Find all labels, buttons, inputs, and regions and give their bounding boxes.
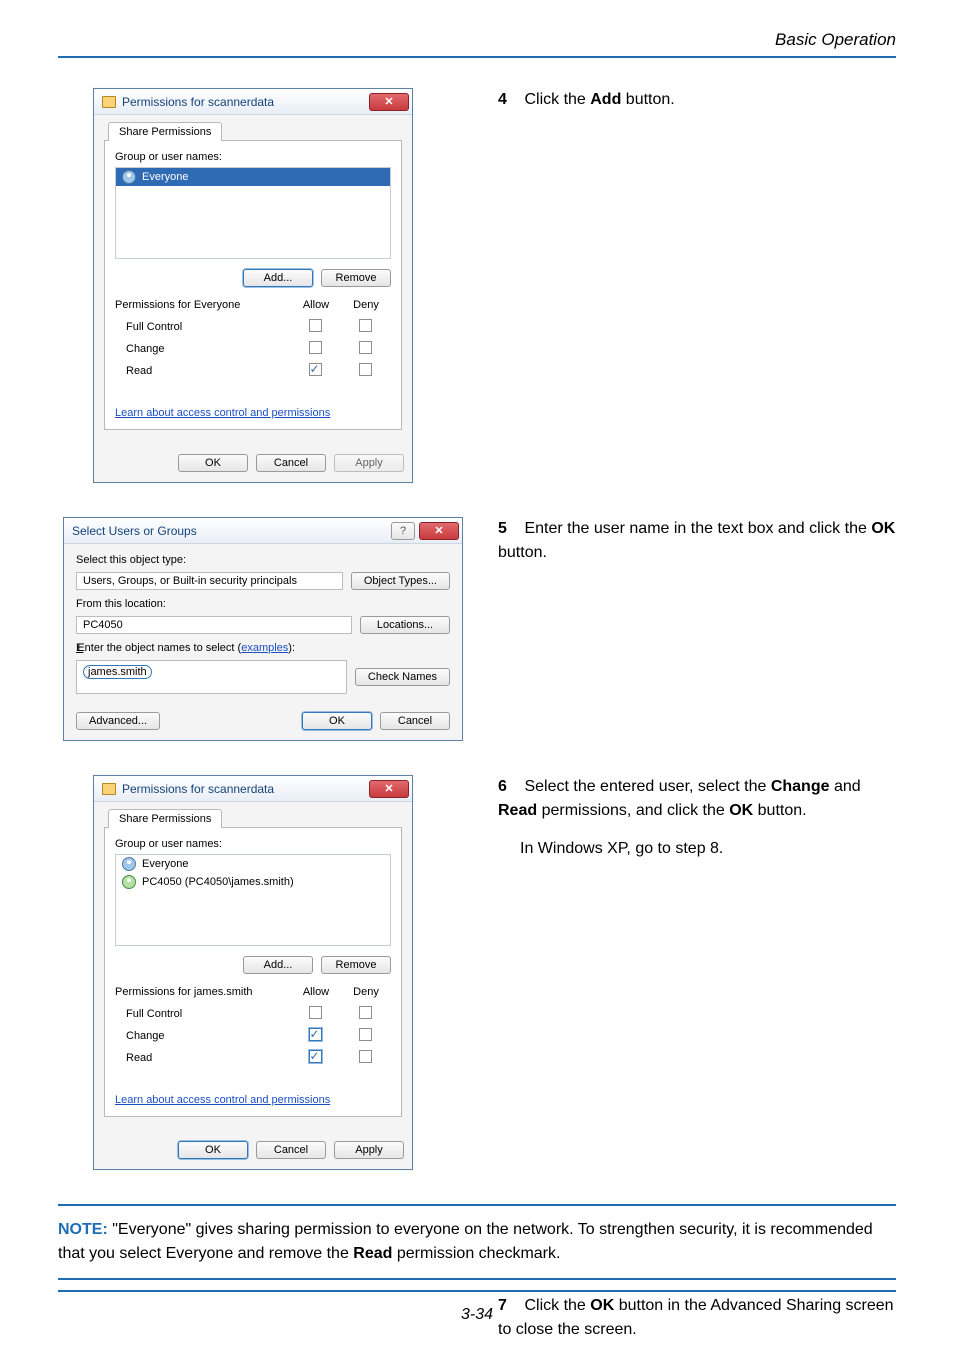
deny-checkbox[interactable] xyxy=(359,1028,372,1041)
enter-names-label: EEnter the object names to select (examp… xyxy=(76,642,450,654)
deny-col: Deny xyxy=(341,986,391,998)
ok-button[interactable]: OK xyxy=(178,454,248,472)
tab-share-permissions[interactable]: Share Permissions xyxy=(108,809,222,828)
group-icon xyxy=(122,170,136,184)
allow-checkbox[interactable] xyxy=(309,1028,322,1041)
list-item[interactable]: Everyone xyxy=(116,855,390,873)
folder-icon xyxy=(102,783,116,795)
page-number: 3-34 xyxy=(58,1292,896,1334)
ok-button[interactable]: OK xyxy=(302,712,372,730)
ok-button[interactable]: OK xyxy=(178,1141,248,1159)
locations-button[interactable]: Locations... xyxy=(360,616,450,634)
step-4: 4 Click the Add button. xyxy=(498,88,896,112)
permissions-dialog-1: Permissions for scannerdata ✕ Share Perm… xyxy=(93,88,413,483)
help-icon[interactable]: ? xyxy=(391,522,415,540)
allow-checkbox[interactable] xyxy=(309,1050,322,1063)
perm-row: Read xyxy=(116,1047,390,1069)
apply-button[interactable]: Apply xyxy=(334,1141,404,1159)
principals-list[interactable]: Everyone xyxy=(115,167,391,259)
perm-row: Change xyxy=(116,1025,390,1047)
perm-header-label: Permissions for james.smith xyxy=(115,986,291,998)
deny-checkbox[interactable] xyxy=(359,319,372,332)
perm-name: Change xyxy=(116,1030,290,1042)
dialog-title: Select Users or Groups xyxy=(72,524,197,538)
advanced-button[interactable]: Advanced... xyxy=(76,712,160,730)
list-item-label: Everyone xyxy=(142,858,188,870)
location-label: From this location: xyxy=(76,598,450,610)
deny-checkbox[interactable] xyxy=(359,363,372,376)
perm-name: Read xyxy=(116,1052,290,1064)
remove-button[interactable]: Remove xyxy=(321,269,391,287)
allow-checkbox[interactable] xyxy=(309,319,322,332)
step-5: 5 Enter the user name in the text box an… xyxy=(498,517,896,565)
step-6: 6 Select the entered user, select the Ch… xyxy=(498,775,896,823)
allow-checkbox[interactable] xyxy=(309,341,322,354)
perm-name: Full Control xyxy=(116,321,290,333)
allow-col: Allow xyxy=(291,986,341,998)
group-label: Group or user names: xyxy=(115,151,391,163)
perm-row: Full Control xyxy=(116,316,390,338)
step-number: 6 xyxy=(498,775,520,799)
dialog-titlebar: Select Users or Groups ? ✕ xyxy=(64,518,462,544)
folder-icon xyxy=(102,96,116,108)
user-icon xyxy=(122,875,136,889)
list-item[interactable]: PC4050 (PC4050\james.smith) xyxy=(116,873,390,891)
allow-checkbox[interactable] xyxy=(309,363,322,376)
location-field: PC4050 xyxy=(76,616,352,634)
tab-share-permissions[interactable]: Share Permissions xyxy=(108,122,222,141)
deny-checkbox[interactable] xyxy=(359,1006,372,1019)
cancel-button[interactable]: Cancel xyxy=(256,454,326,472)
remove-button[interactable]: Remove xyxy=(321,956,391,974)
perm-name: Full Control xyxy=(116,1008,290,1020)
perm-row: Read xyxy=(116,360,390,382)
dialog-titlebar: Permissions for scannerdata ✕ xyxy=(94,776,412,802)
allow-col: Allow xyxy=(291,299,341,311)
examples-link[interactable]: examples xyxy=(241,642,288,654)
cancel-button[interactable]: Cancel xyxy=(380,712,450,730)
perm-row: Change xyxy=(116,338,390,360)
deny-checkbox[interactable] xyxy=(359,341,372,354)
perm-header-label: Permissions for Everyone xyxy=(115,299,291,311)
apply-button[interactable]: Apply xyxy=(334,454,404,472)
learn-link[interactable]: Learn about access control and permissio… xyxy=(115,1094,330,1106)
step-number: 4 xyxy=(498,88,520,112)
object-types-button[interactable]: Object Types... xyxy=(351,572,450,590)
dialog-title: Permissions for scannerdata xyxy=(122,782,274,796)
principals-list[interactable]: Everyone PC4050 (PC4050\james.smith) xyxy=(115,854,391,946)
step-6-xp-note: In Windows XP, go to step 8. xyxy=(498,837,896,861)
note-label: NOTE: xyxy=(58,1221,108,1238)
section-header: Basic Operation xyxy=(58,30,896,56)
step-number: 5 xyxy=(498,517,520,541)
permissions-dialog-2: Permissions for scannerdata ✕ Share Perm… xyxy=(93,775,413,1170)
check-names-button[interactable]: Check Names xyxy=(355,668,450,686)
list-item[interactable]: Everyone xyxy=(116,168,390,186)
dialog-title: Permissions for scannerdata xyxy=(122,95,274,109)
list-item-label: PC4050 (PC4050\james.smith) xyxy=(142,876,294,888)
close-icon[interactable]: ✕ xyxy=(369,93,409,111)
perm-name: Read xyxy=(116,365,290,377)
deny-checkbox[interactable] xyxy=(359,1050,372,1063)
header-rule xyxy=(58,56,896,58)
perm-name: Change xyxy=(116,343,290,355)
add-button[interactable]: Add... xyxy=(243,956,313,974)
add-button[interactable]: Add... xyxy=(243,269,313,287)
select-users-dialog: Select Users or Groups ? ✕ Select this o… xyxy=(63,517,463,741)
allow-checkbox[interactable] xyxy=(309,1006,322,1019)
object-names-input[interactable]: james.smith xyxy=(76,660,347,694)
group-label: Group or user names: xyxy=(115,838,391,850)
dialog-titlebar: Permissions for scannerdata ✕ xyxy=(94,89,412,115)
object-type-label: Select this object type: xyxy=(76,554,450,566)
perm-row: Full Control xyxy=(116,1003,390,1025)
deny-col: Deny xyxy=(341,299,391,311)
group-icon xyxy=(122,857,136,871)
entered-name: james.smith xyxy=(83,665,152,679)
object-type-field: Users, Groups, or Built-in security prin… xyxy=(76,572,343,590)
list-item-label: Everyone xyxy=(142,171,188,183)
learn-link[interactable]: Learn about access control and permissio… xyxy=(115,407,330,419)
cancel-button[interactable]: Cancel xyxy=(256,1141,326,1159)
close-icon[interactable]: ✕ xyxy=(369,780,409,798)
